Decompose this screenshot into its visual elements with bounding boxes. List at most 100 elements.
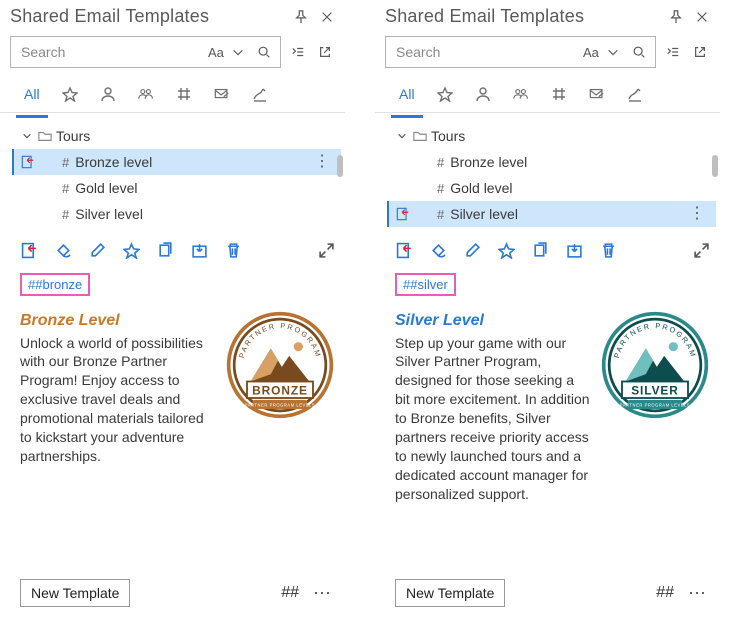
tab-person[interactable] — [98, 73, 118, 117]
insert-template-icon[interactable] — [20, 241, 38, 259]
tree-item-label: Bronze level — [450, 154, 527, 170]
item-menu-icon[interactable]: ⋮ — [689, 209, 706, 219]
template-tree: Tours # Bronze level # Gold level # Silv… — [375, 113, 720, 231]
preview-toolbar — [375, 231, 720, 265]
copy-icon[interactable] — [531, 241, 549, 259]
folder-icon — [413, 129, 427, 143]
favorite-icon[interactable] — [122, 241, 140, 259]
partner-badge-image: PARTNER PROGRAM SILVER PARTNER PROGRAM L… — [600, 310, 710, 420]
tag-chip[interactable]: ##bronze — [20, 273, 90, 296]
export-icon[interactable] — [190, 241, 208, 259]
tree-item-label: Gold level — [75, 180, 137, 196]
insert-icon[interactable] — [387, 201, 417, 227]
case-sensitive-toggle[interactable]: Aa — [204, 45, 228, 60]
scrollbar-thumb[interactable] — [712, 155, 718, 177]
delete-icon[interactable] — [599, 241, 617, 259]
insert-icon[interactable] — [12, 149, 42, 175]
tags-button[interactable]: ## — [281, 584, 299, 602]
fill-fields-icon[interactable] — [54, 241, 72, 259]
tab-person[interactable] — [473, 73, 493, 117]
search-box[interactable]: Aa — [10, 36, 281, 68]
delete-icon[interactable] — [224, 241, 242, 259]
edit-icon[interactable] — [88, 241, 106, 259]
tab-sign[interactable] — [250, 73, 270, 117]
tree-item-silver[interactable]: # Silver level ⋮ — [387, 201, 716, 227]
tree-item-bronze[interactable]: # Bronze level — [387, 149, 716, 175]
item-menu-icon[interactable]: ⋮ — [314, 157, 331, 167]
tabs: All — [375, 72, 720, 113]
more-menu-icon[interactable]: ⋯ — [684, 583, 710, 604]
folder-icon — [38, 129, 52, 143]
search-scope-dropdown[interactable] — [603, 42, 623, 62]
tab-sign[interactable] — [625, 73, 645, 117]
preview-body-text: Unlock a world of possibilities with our… — [20, 335, 204, 464]
open-external-icon[interactable] — [691, 42, 710, 62]
tab-favorites[interactable] — [60, 73, 80, 117]
tab-tags[interactable] — [549, 73, 569, 117]
edit-icon[interactable] — [463, 241, 481, 259]
tab-people[interactable] — [136, 73, 156, 117]
expand-icon[interactable] — [317, 241, 335, 259]
tab-all[interactable]: All — [397, 73, 417, 117]
tree-item-gold[interactable]: # Gold level — [387, 175, 716, 201]
tab-all[interactable]: All — [22, 73, 42, 117]
partner-badge-image: PARTNER PROGRAM BRONZE PARTNER PROGRAM L… — [225, 310, 335, 420]
search-row: Aa — [375, 30, 720, 72]
tree-item-silver[interactable]: # Silver level — [12, 201, 341, 227]
preview-pane: ##bronze Bronze Level Unlock a world of … — [0, 265, 345, 579]
tree-item-label: Silver level — [450, 206, 518, 222]
tree-folder-tours[interactable]: Tours — [387, 123, 716, 149]
favorite-icon[interactable] — [497, 241, 515, 259]
tag-chip[interactable]: ##silver — [395, 273, 456, 296]
tree-item-label: Gold level — [450, 180, 512, 196]
panel-title: Shared Email Templates — [385, 6, 666, 27]
chevron-down-icon[interactable] — [395, 131, 409, 141]
expand-icon[interactable] — [692, 241, 710, 259]
hash-icon: # — [437, 207, 444, 222]
task-list-icon[interactable] — [289, 42, 308, 62]
task-list-icon[interactable] — [664, 42, 683, 62]
pin-icon[interactable] — [666, 7, 686, 27]
preview-pane: ##silver Silver Level Step up your game … — [375, 265, 720, 579]
tab-mail[interactable] — [587, 73, 607, 117]
more-menu-icon[interactable]: ⋯ — [309, 583, 335, 604]
open-external-icon[interactable] — [316, 42, 335, 62]
chevron-down-icon[interactable] — [20, 131, 34, 141]
search-icon[interactable] — [629, 42, 649, 62]
tree-folder-tours[interactable]: Tours — [12, 123, 341, 149]
search-row: Aa — [0, 30, 345, 72]
preview-title: Silver Level — [395, 310, 590, 332]
tab-mail[interactable] — [212, 73, 232, 117]
tags-button[interactable]: ## — [656, 584, 674, 602]
case-sensitive-toggle[interactable]: Aa — [579, 45, 603, 60]
search-scope-dropdown[interactable] — [228, 42, 248, 62]
search-input[interactable] — [394, 43, 579, 61]
scrollbar-thumb[interactable] — [337, 155, 343, 177]
tree-item-bronze[interactable]: # Bronze level ⋮ — [12, 149, 341, 175]
search-input[interactable] — [19, 43, 204, 61]
tab-favorites[interactable] — [435, 73, 455, 117]
svg-text:BRONZE: BRONZE — [252, 383, 308, 397]
search-icon[interactable] — [254, 42, 274, 62]
preview-toolbar — [0, 231, 345, 265]
tab-people[interactable] — [511, 73, 531, 117]
pin-icon[interactable] — [291, 7, 311, 27]
export-icon[interactable] — [565, 241, 583, 259]
tab-tags[interactable] — [174, 73, 194, 117]
folder-label: Tours — [431, 128, 465, 144]
panel-right: Shared Email Templates Aa — [375, 0, 720, 617]
new-template-button[interactable]: New Template — [395, 579, 505, 607]
tree-item-label: Silver level — [75, 206, 143, 222]
tree-item-gold[interactable]: # Gold level — [12, 175, 341, 201]
folder-label: Tours — [56, 128, 90, 144]
search-box[interactable]: Aa — [385, 36, 656, 68]
insert-template-icon[interactable] — [395, 241, 413, 259]
fill-fields-icon[interactable] — [429, 241, 447, 259]
hash-icon: # — [437, 181, 444, 196]
tree-item-label: Bronze level — [75, 154, 152, 170]
tabs: All — [0, 72, 345, 113]
close-icon[interactable] — [317, 7, 337, 27]
new-template-button[interactable]: New Template — [20, 579, 130, 607]
close-icon[interactable] — [692, 7, 712, 27]
copy-icon[interactable] — [156, 241, 174, 259]
